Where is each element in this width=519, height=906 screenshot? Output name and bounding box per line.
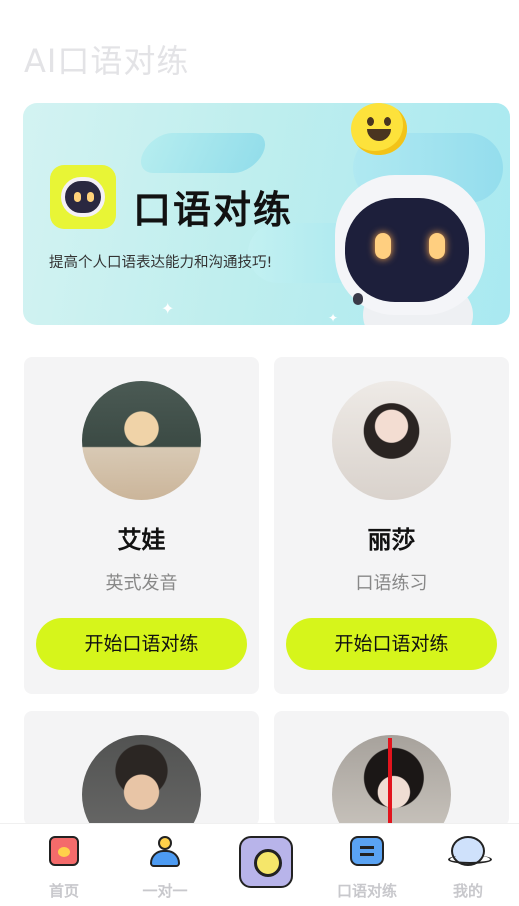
promo-banner[interactable]: 口语对练 提高个人口语表达能力和沟通技巧! ✦ ✦	[23, 103, 510, 325]
tutor-card[interactable]: 丽莎 口语练习 开始口语对练	[274, 357, 509, 694]
tutor-description: 英式发音	[105, 573, 178, 594]
microphone-icon	[353, 293, 363, 305]
nav-item-profile[interactable]: 我的	[428, 824, 508, 906]
smiley-emoji-icon	[351, 103, 407, 155]
nav-label: 一对一	[142, 882, 188, 900]
robot-eye	[429, 233, 445, 259]
gift-box-icon	[49, 836, 79, 866]
tutor-avatar	[82, 735, 201, 826]
tutor-name: 丽莎	[367, 526, 416, 554]
tutor-card[interactable]: 艾娃 英式发音 开始口语对练	[24, 357, 259, 694]
tutor-avatar	[332, 381, 451, 500]
robot-eye	[375, 233, 391, 259]
planet-icon	[448, 836, 492, 866]
robot-face	[345, 198, 469, 302]
tutor-description: 口语练习	[355, 573, 428, 594]
banner-subtitle: 提高个人口语表达能力和沟通技巧!	[49, 255, 273, 271]
nav-item-home[interactable]: 首页	[24, 824, 104, 906]
sparkle-icon: ✦	[328, 311, 339, 325]
sparkle-icon: ✦	[161, 299, 175, 318]
nav-item-one-on-one[interactable]: 一对一	[125, 824, 205, 906]
nav-label: 首页	[48, 882, 79, 900]
page-title: AI口语对练	[24, 42, 190, 80]
camera-icon	[239, 836, 293, 888]
nav-item-speaking-practice[interactable]: 口语对练	[327, 824, 407, 906]
start-practice-button[interactable]: 开始口语对练	[286, 618, 497, 670]
tutor-name: 艾娃	[117, 526, 166, 554]
robot-logo-icon	[50, 165, 116, 229]
tutor-card[interactable]	[24, 711, 259, 826]
start-practice-button[interactable]: 开始口语对练	[36, 618, 247, 670]
nav-label: 口语对练	[336, 882, 397, 900]
chat-bubble-icon	[350, 836, 384, 866]
tutor-avatar	[82, 381, 201, 500]
user-icon	[148, 836, 182, 868]
nav-label: 我的	[452, 882, 483, 900]
nav-item-camera[interactable]	[226, 824, 306, 906]
banner-title: 口语对练	[133, 188, 294, 232]
bottom-nav: 首页 一对一 口语对练 我的	[0, 823, 519, 906]
cloud-decoration	[133, 133, 273, 173]
